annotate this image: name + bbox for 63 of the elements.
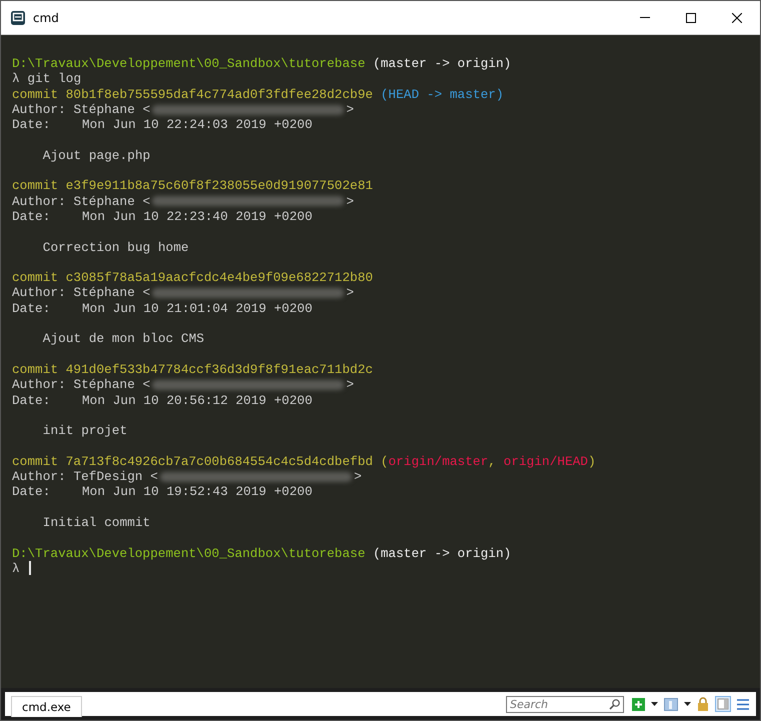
author-label: Author: (12, 194, 66, 209)
commit-message: Initial commit (42, 514, 150, 530)
commit-hash: commit 7a713f8c4926cb7a7c00b684554c4c5d4cdbefbd (12, 454, 373, 470)
dropdown-caret-icon[interactable] (651, 702, 658, 706)
date-label: Date: (12, 300, 50, 316)
commit-ref: , (488, 454, 497, 470)
window-panel-icon[interactable] (664, 698, 678, 710)
date-label: Date: (12, 484, 50, 500)
close-icon (732, 12, 742, 22)
console-tab[interactable]: cmd.exe (11, 696, 82, 716)
split-view-icon[interactable] (715, 696, 731, 712)
email-bracket: > (354, 469, 362, 484)
commit-ref: ) (588, 454, 596, 470)
commit-hash: commit c3085f78a5a19aacfcdc4e4be9f09e6822712b80 (12, 270, 373, 286)
menu-icon[interactable] (737, 698, 749, 710)
prompt-branch: (master -> origin) (372, 546, 512, 561)
prompt-path: D:\Travaux\Developpement\00_Sandbox\tutorebase (12, 546, 366, 561)
author-name: Stéphane < (73, 377, 150, 393)
email-bracket: > (346, 102, 354, 118)
commit-message: Ajout page.php (42, 148, 150, 164)
commit-hash: commit 491d0ef533b47784ccf36d3d9f8f91eac711bd2c (12, 362, 373, 378)
add-console-icon[interactable] (632, 698, 645, 710)
date-label: Date: (12, 208, 50, 224)
window-title: cmd (33, 10, 60, 24)
commit-message: Correction bug home (42, 240, 189, 255)
date-label: Date: (12, 117, 50, 132)
commit-hash: commit 80b1f8eb755595daf4c774ad0f3fdfee28d2cb9e (12, 86, 373, 102)
email-bracket: > (346, 194, 354, 209)
author-name: Stéphane < (73, 285, 150, 301)
maximize-icon (686, 12, 696, 22)
commit-date: Mon Jun 10 22:23:40 2019 +0200 (82, 208, 312, 224)
commit-message: init projet (42, 423, 128, 438)
commit-ref: (HEAD -> master) (380, 86, 504, 102)
search-icon (609, 698, 620, 710)
dropdown-caret-icon[interactable] (684, 702, 691, 706)
date-label: Date: (12, 392, 50, 408)
commit-message: Ajout de mon bloc CMS (42, 331, 204, 347)
prompt-symbol: λ (12, 71, 20, 87)
commit-ref: origin/master (388, 454, 488, 470)
author-name: TefDesign < (73, 469, 158, 484)
prompt-symbol: λ (12, 560, 20, 576)
lock-icon[interactable] (697, 697, 709, 711)
author-label: Author: (12, 469, 66, 484)
commit-ref: origin/HEAD (504, 454, 588, 470)
prompt-branch: (master -> origin) (372, 56, 512, 72)
minimize-icon (640, 17, 650, 18)
commit-date: Mon Jun 10 20:56:12 2019 +0200 (82, 392, 312, 408)
author-name: Stéphane < (73, 194, 150, 209)
author-label: Author: (12, 102, 66, 118)
author-name: Stéphane < (73, 102, 150, 118)
commit-date: Mon Jun 10 22:24:03 2019 +0200 (82, 117, 312, 132)
commit-date: Mon Jun 10 19:52:43 2019 +0200 (82, 484, 312, 500)
commit-hash: commit e3f9e911b8a75c60f8f238055e0d919077502e81 (12, 178, 373, 194)
search-field[interactable]: Search (506, 696, 624, 712)
commit-date: Mon Jun 10 21:01:04 2019 +0200 (82, 300, 312, 316)
prompt-path: D:\Travaux\Developpement\00_Sandbox\tutorebase (12, 56, 366, 72)
command-text: git log (27, 71, 82, 87)
email-bracket: > (346, 285, 354, 301)
author-label: Author: (12, 285, 66, 301)
commit-ref: ( (380, 454, 388, 470)
email-bracket: > (346, 377, 354, 393)
terminal-app-icon (11, 10, 25, 24)
author-label: Author: (12, 377, 66, 393)
